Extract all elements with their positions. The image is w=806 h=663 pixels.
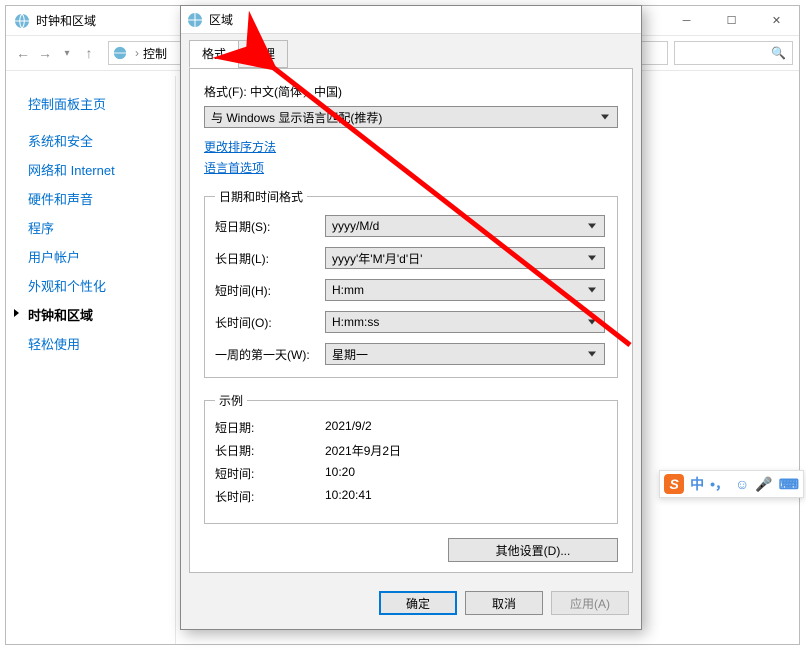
sidebar-item-programs[interactable]: 程序 (28, 218, 165, 237)
tab-admin[interactable]: 管理 (238, 40, 288, 68)
explorer-title: 时钟和区域 (36, 12, 96, 29)
maximize-button[interactable]: ☐ (709, 7, 754, 35)
sidebar-item-user-accounts[interactable]: 用户帐户 (28, 247, 165, 266)
link-change-sort[interactable]: 更改排序方法 (204, 138, 618, 155)
format-label: 格式(F): 中文(简体，中国) (204, 83, 618, 100)
short-date-dropdown[interactable]: yyyy/M/d (325, 215, 605, 237)
breadcrumb-sep-icon: › (135, 46, 139, 60)
ime-mic-icon[interactable]: 🎤 (755, 476, 772, 493)
cancel-button[interactable]: 取消 (465, 591, 543, 615)
sidebar-item-hardware-sound[interactable]: 硬件和声音 (28, 189, 165, 208)
globe-icon (113, 46, 127, 60)
sidebar-item-ease-of-access[interactable]: 轻松使用 (28, 334, 165, 353)
example-long-date-label: 长日期: (215, 442, 325, 459)
first-day-label: 一周的第一天(W): (215, 346, 325, 363)
dialog-title: 区域 (209, 11, 233, 28)
first-day-dropdown[interactable]: 星期一 (325, 343, 605, 365)
example-short-date-value: 2021/9/2 (325, 419, 372, 436)
long-time-label: 长时间(O): (215, 314, 325, 331)
minimize-button[interactable]: ─ (664, 7, 709, 35)
example-long-date-value: 2021年9月2日 (325, 442, 401, 459)
ime-punct-icon[interactable]: •， (710, 474, 729, 494)
sidebar-item-network-internet[interactable]: 网络和 Internet (28, 160, 165, 179)
ime-mode-label[interactable]: 中 (690, 474, 704, 494)
other-settings-button[interactable]: 其他设置(D)... (448, 538, 618, 562)
example-short-time-value: 10:20 (325, 465, 355, 482)
apply-button[interactable]: 应用(A) (551, 591, 629, 615)
short-time-dropdown[interactable]: H:mm (325, 279, 605, 301)
example-group: 示例 短日期: 2021/9/2 长日期: 2021年9月2日 短时间: 10:… (204, 392, 618, 524)
region-dialog: 区域 格式 管理 格式(F): 中文(简体，中国) 与 Windows 显示语言… (180, 5, 642, 630)
tab-strip: 格式 管理 (189, 40, 633, 69)
dialog-content: 格式(F): 中文(简体，中国) 与 Windows 显示语言匹配(推荐) 更改… (189, 69, 633, 573)
long-date-label: 长日期(L): (215, 250, 325, 267)
search-icon: 🔍 (771, 46, 786, 60)
short-time-label: 短时间(H): (215, 282, 325, 299)
example-short-time-label: 短时间: (215, 465, 325, 482)
date-time-format-legend: 日期和时间格式 (215, 188, 307, 205)
long-time-value: H:mm:ss (332, 315, 379, 329)
long-date-value: yyyy'年'M'月'd'日' (332, 250, 422, 267)
long-date-dropdown[interactable]: yyyy'年'M'月'd'日' (325, 247, 605, 269)
search-input[interactable]: 🔍 (674, 41, 793, 65)
format-dropdown-value: 与 Windows 显示语言匹配(推荐) (211, 109, 382, 126)
short-time-value: H:mm (332, 283, 364, 297)
long-time-dropdown[interactable]: H:mm:ss (325, 311, 605, 333)
tab-format[interactable]: 格式 (189, 40, 239, 68)
short-date-value: yyyy/M/d (332, 219, 379, 233)
example-short-date-label: 短日期: (215, 419, 325, 436)
example-long-time-value: 10:20:41 (325, 488, 372, 505)
link-language-pref[interactable]: 语言首选项 (204, 159, 618, 176)
sidebar-item-appearance[interactable]: 外观和个性化 (28, 276, 165, 295)
ok-button[interactable]: 确定 (379, 591, 457, 615)
sidebar: 控制面板主页 系统和安全 网络和 Internet 硬件和声音 程序 用户帐户 … (6, 76, 176, 644)
sidebar-item-system-security[interactable]: 系统和安全 (28, 131, 165, 150)
short-date-label: 短日期(S): (215, 218, 325, 235)
back-button[interactable]: ← (12, 42, 34, 64)
forward-button[interactable]: → (34, 42, 56, 64)
ime-emoji-icon[interactable]: ☺ (735, 476, 749, 492)
example-long-time-label: 长时间: (215, 488, 325, 505)
up-button[interactable]: ↑ (78, 42, 100, 64)
sidebar-item-clock-region[interactable]: 时钟和区域 (28, 305, 165, 324)
close-button[interactable]: ✕ (754, 7, 799, 35)
date-time-format-group: 日期和时间格式 短日期(S): yyyy/M/d 长日期(L): yyyy'年'… (204, 188, 618, 378)
dialog-titlebar: 区域 (181, 6, 641, 34)
globe-icon (187, 12, 203, 28)
format-dropdown[interactable]: 与 Windows 显示语言匹配(推荐) (204, 106, 618, 128)
recent-dropdown-icon[interactable]: ▾ (56, 42, 78, 64)
first-day-value: 星期一 (332, 346, 368, 363)
sidebar-home-link[interactable]: 控制面板主页 (28, 94, 165, 113)
dialog-button-bar: 确定 取消 应用(A) (181, 581, 641, 625)
globe-icon (14, 13, 30, 29)
window-controls: ─ ☐ ✕ (664, 7, 799, 35)
ime-toolbar[interactable]: S 中 •， ☺ 🎤 ⌨ (659, 470, 804, 498)
breadcrumb-item[interactable]: 控制 (143, 45, 167, 62)
ime-logo-icon: S (664, 474, 684, 494)
ime-keyboard-icon[interactable]: ⌨ (779, 476, 799, 493)
example-legend: 示例 (215, 392, 247, 409)
